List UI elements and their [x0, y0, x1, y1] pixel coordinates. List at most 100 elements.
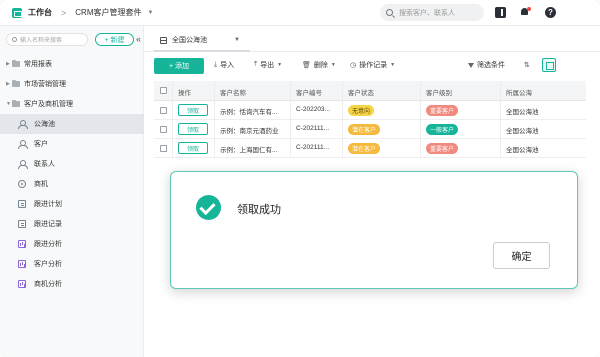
column-header[interactable]: 客户状态	[348, 87, 374, 97]
view-selector[interactable]: 全国公海池 ▼	[160, 33, 250, 47]
add-button[interactable]: + 添加	[154, 58, 204, 74]
sidebar-item-public-pool[interactable]: 公海池	[0, 114, 144, 134]
chevron-down-icon[interactable]: ▼	[147, 10, 153, 16]
filter-button[interactable]: 筛选条件	[468, 60, 505, 70]
customer-code: C-202203...	[296, 106, 330, 113]
column-divider	[420, 81, 421, 157]
person-icon	[18, 140, 28, 149]
suite-name[interactable]: CRM客户管理套件	[75, 7, 141, 18]
column-divider	[342, 81, 343, 157]
sidebar-item-contacts[interactable]: 联系人	[0, 154, 144, 174]
sidebar-search-placeholder: 输入名称来搜索	[20, 38, 63, 44]
chart-icon	[18, 240, 26, 248]
claim-button[interactable]: 领取	[178, 142, 208, 154]
customer-name[interactable]: 示例：恬询汽车有...	[220, 106, 277, 116]
top-bar: 工作台 > CRM客户管理套件 ▼ 搜索客户、联系人 ?	[0, 0, 600, 26]
row-checkbox[interactable]	[160, 126, 167, 133]
sort-icon[interactable]: ⇅	[524, 61, 530, 69]
customer-name[interactable]: 示例：南京元酒药业	[220, 125, 279, 135]
import-icon: ⤓	[214, 61, 218, 68]
app-window: 工作台 > CRM客户管理套件 ▼ 搜索客户、联系人 ? 输入名称来搜索 + 新…	[0, 0, 600, 357]
image-view-icon[interactable]	[542, 58, 556, 72]
customer-name[interactable]: 示例：上海国仁有...	[220, 144, 277, 154]
view-label: 全国公海池	[172, 37, 207, 44]
column-header[interactable]: 客户名称	[220, 87, 246, 97]
collapse-sidebar-icon[interactable]: «	[136, 34, 141, 44]
customer-code: C-202111...	[296, 144, 330, 151]
chart-icon	[18, 280, 26, 288]
person-icon	[18, 160, 28, 169]
claim-button[interactable]: 领取	[178, 123, 208, 135]
table-view-icon	[160, 36, 167, 44]
panel-icon[interactable]	[495, 7, 506, 18]
search-icon	[12, 37, 17, 42]
help-icon[interactable]: ?	[545, 7, 556, 18]
folder-icon	[12, 79, 20, 87]
history-button[interactable]: ◷ 操作记录 ▼	[350, 60, 395, 70]
check-circle-icon	[196, 195, 221, 220]
caret-down-icon: ▼	[6, 101, 11, 107]
export-label: 导出	[260, 62, 275, 69]
sidebar-group-reports[interactable]: ▶ 常用报表	[0, 54, 144, 74]
status-badge: 无意向	[348, 105, 375, 116]
chevron-down-icon: ▼	[234, 37, 240, 43]
status-badge: 潜在客户	[348, 143, 381, 154]
row-checkbox[interactable]	[160, 145, 167, 152]
export-button[interactable]: ⤒ 导出 ▼	[254, 60, 282, 70]
column-header[interactable]: 客户级别	[426, 87, 452, 97]
pool-name: 全国公海池	[506, 109, 539, 116]
folder-icon	[12, 99, 20, 107]
sidebar-item-label: 跟进分析	[34, 241, 62, 248]
select-all-checkbox[interactable]	[160, 87, 167, 94]
status-badge: 潜在客户	[348, 124, 381, 135]
level-badge: 重要客户	[426, 143, 459, 154]
sidebar-item-customer-analysis[interactable]: 客户分析	[0, 254, 144, 274]
delete-button[interactable]: 🗑 删除 ▼	[302, 60, 336, 70]
sidebar-search-input[interactable]: 输入名称来搜索	[6, 33, 88, 46]
level-badge: 重要客户	[426, 105, 459, 116]
sidebar-item-label: 客户	[34, 141, 48, 148]
chevron-down-icon: ▼	[330, 62, 336, 68]
customer-code: C-202111...	[296, 125, 330, 132]
caret-right-icon: ▶	[6, 61, 10, 67]
row-checkbox[interactable]	[160, 107, 167, 114]
sidebar-group-marketing[interactable]: ▶ 市场营销管理	[0, 74, 144, 94]
sidebar-item-opportunities[interactable]: 商机	[0, 174, 144, 194]
app-name[interactable]: 工作台	[28, 7, 52, 18]
pool-name: 全国公海池	[506, 147, 539, 154]
sidebar-item-label: 跟进计划	[34, 201, 62, 208]
column-header[interactable]: 客户编号	[296, 87, 322, 97]
column-header[interactable]: 所属公海	[506, 87, 532, 97]
dialog-title: 领取成功	[237, 204, 281, 216]
sidebar-item-follow-records[interactable]: 跟进记录	[0, 214, 144, 234]
claim-button[interactable]: 领取	[178, 104, 208, 116]
sidebar-item-follow-analysis[interactable]: 跟进分析	[0, 234, 144, 254]
workbench-icon[interactable]	[12, 7, 22, 18]
export-icon: ⤒	[254, 61, 258, 68]
confirm-button[interactable]: 确定	[493, 242, 550, 269]
sidebar-item-customers[interactable]: 客户	[0, 134, 144, 154]
sidebar-group-label: 常用报表	[24, 61, 52, 68]
sidebar-item-opportunity-analysis[interactable]: 商机分析	[0, 274, 144, 294]
table-row[interactable]: 领取 示例：恬询汽车有... C-202203... 无意向 重要客户 全国公海…	[154, 101, 586, 120]
new-button[interactable]: + 新建	[95, 33, 134, 46]
bell-icon[interactable]	[519, 7, 531, 18]
caret-right-icon: ▶	[6, 81, 10, 87]
person-icon	[18, 120, 28, 129]
sidebar-item-label: 联系人	[34, 161, 55, 168]
doc-icon	[18, 220, 26, 228]
table-row[interactable]: 领取 示例：南京元酒药业 C-202111... 潜在客户 一般客户 全国公海池	[154, 120, 586, 139]
sidebar-group-label: 客户及商机管理	[24, 101, 73, 108]
table-row[interactable]: 领取 示例：上海国仁有... C-202111... 潜在客户 重要客户 全国公…	[154, 139, 586, 158]
sidebar-item-follow-plan[interactable]: 跟进计划	[0, 194, 144, 214]
view-tab-underline	[154, 50, 250, 52]
column-divider	[500, 81, 501, 157]
sidebar-group-customers[interactable]: ▼ 客户及商机管理	[0, 94, 144, 114]
filter-label: 筛选条件	[477, 62, 505, 69]
target-icon	[18, 180, 26, 188]
global-search-input[interactable]: 搜索客户、联系人	[380, 4, 484, 21]
table-header: 操作 客户名称 客户编号 客户状态 客户级别 所属公海	[154, 81, 586, 101]
level-badge: 一般客户	[426, 124, 459, 135]
success-dialog: 领取成功 确定	[170, 171, 578, 289]
import-button[interactable]: ⤓ 导入	[214, 60, 234, 70]
